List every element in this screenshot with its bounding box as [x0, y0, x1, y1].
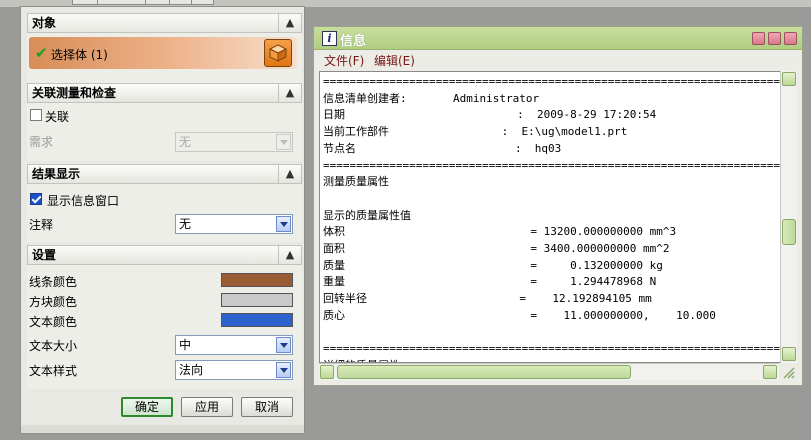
minimize-button[interactable]	[752, 32, 765, 45]
info-text-lines: ========================================…	[323, 74, 793, 362]
solid-body-icon[interactable]	[264, 39, 292, 67]
text-color-swatch[interactable]	[221, 313, 293, 327]
settings-title: 设置	[32, 248, 57, 262]
text-color-label: 文本颜色	[29, 315, 78, 329]
settings-header[interactable]: 设置 ▲	[27, 245, 302, 265]
info-line: ========================================…	[323, 342, 793, 356]
info-icon: i	[322, 31, 337, 46]
info-line	[323, 325, 792, 342]
horizontal-scrollbar[interactable]	[319, 363, 779, 380]
text-style-label: 文本样式	[29, 364, 78, 378]
line-color-swatch[interactable]	[221, 273, 293, 287]
checkmark-icon: ✔	[35, 44, 48, 62]
chevron-up-icon[interactable]: ▲	[278, 165, 301, 183]
info-line: ========================================…	[323, 75, 793, 88]
settings-section: 设置 ▲ 线条颜色 方块颜色 文本颜色 文本大小 中 文本样式 法向	[27, 245, 302, 389]
info-text-area[interactable]: ========================================…	[319, 71, 793, 363]
block-color-label: 方块颜色	[29, 295, 78, 309]
annotation-select[interactable]: 无	[175, 214, 293, 234]
text-size-value: 中	[179, 338, 192, 352]
info-menubar: 文件(F) 编辑(E)	[314, 50, 802, 68]
scroll-right-button[interactable]	[763, 365, 777, 379]
show-info-window-checkbox[interactable]	[30, 193, 42, 205]
cancel-button[interactable]: 取消	[241, 397, 293, 417]
info-line: 信息清单创建者: Administrator	[323, 91, 540, 105]
text-size-select[interactable]: 中	[175, 335, 293, 355]
annotation-label: 注释	[29, 218, 54, 232]
show-info-window-label: 显示信息窗口	[47, 194, 120, 208]
result-display-section: 结果显示 ▲ 显示信息窗口 注释 无	[27, 164, 302, 242]
menu-edit[interactable]: 编辑(E)	[374, 52, 415, 69]
info-line: 日期 : 2009-8-29 17:20:54	[323, 108, 657, 122]
close-button[interactable]	[784, 32, 797, 45]
object-section-header[interactable]: 对象 ▲	[27, 13, 302, 33]
info-line: 回转半径 = 12.192894105 mm	[323, 292, 652, 306]
text-style-select[interactable]: 法向	[175, 360, 293, 380]
info-line: 质心 = 11.000000000, 10.000	[323, 308, 716, 322]
requirement-select[interactable]: 无	[175, 132, 293, 152]
associate-measure-header[interactable]: 关联测量和检查 ▲	[27, 83, 302, 103]
text-size-label: 文本大小	[29, 339, 78, 353]
info-line: 体积 = 13200.000000000 mm^3	[323, 225, 677, 239]
chevron-up-icon[interactable]: ▲	[278, 246, 301, 264]
chevron-down-icon[interactable]	[276, 362, 291, 378]
line-color-label: 线条颜色	[29, 275, 78, 289]
vertical-scrollbar[interactable]	[780, 71, 797, 363]
info-line: 当前工作部件 : E:\ug\model1.prt	[323, 125, 628, 139]
object-section-title: 对象	[32, 16, 57, 30]
horizontal-scroll-thumb[interactable]	[337, 365, 631, 379]
chevron-up-icon[interactable]: ▲	[278, 84, 301, 102]
select-body-label: 选择体 (1)	[51, 48, 108, 62]
associate-measure-title: 关联测量和检查	[32, 86, 117, 100]
info-line: 节点名 : hq03	[323, 141, 562, 155]
result-display-header[interactable]: 结果显示 ▲	[27, 164, 302, 184]
text-style-value: 法向	[179, 363, 204, 377]
info-line: 质量 = 0.132000000 kg	[323, 258, 663, 272]
chevron-down-icon[interactable]	[276, 337, 291, 353]
ok-button[interactable]: 确定	[121, 397, 173, 417]
dialog-footer	[21, 425, 304, 433]
annotation-value: 无	[179, 217, 192, 231]
associate-checkbox[interactable]	[30, 109, 42, 121]
menu-file[interactable]: 文件(F)	[324, 52, 364, 69]
requirement-value: 无	[179, 135, 192, 149]
object-section: 对象 ▲ ✔ 选择体 (1)	[27, 13, 302, 83]
info-line: ========================================…	[323, 158, 793, 172]
associate-label: 关联	[45, 110, 70, 124]
scroll-down-button[interactable]	[782, 347, 796, 361]
maximize-button[interactable]	[768, 32, 781, 45]
resize-grip-icon[interactable]	[780, 364, 796, 380]
chevron-down-icon[interactable]	[276, 134, 291, 150]
apply-button[interactable]: 应用	[181, 397, 233, 417]
select-body-row[interactable]: ✔ 选择体 (1)	[29, 37, 297, 69]
info-line: 测量质量属性	[323, 175, 389, 189]
toolbar-tabs	[72, 0, 214, 5]
scroll-left-button[interactable]	[320, 365, 334, 379]
requirement-label: 需求	[29, 135, 54, 149]
info-line: 重量 = 1.294478968 N	[323, 275, 657, 289]
result-display-title: 结果显示	[32, 167, 81, 181]
block-color-swatch[interactable]	[221, 293, 293, 307]
chevron-up-icon[interactable]: ▲	[278, 14, 301, 32]
info-window: i 信息 文件(F) 编辑(E) =======================…	[313, 26, 803, 386]
info-line: 面积 = 3400.000000000 mm^2	[323, 242, 670, 256]
scroll-up-button[interactable]	[782, 72, 796, 86]
info-line: 显示的质量属性值	[323, 208, 411, 222]
info-line	[323, 191, 792, 208]
measure-bodies-dialog: 对象 ▲ ✔ 选择体 (1) 关联测量和检查 ▲ 关联 需求 无 结果显示 ▲ …	[20, 6, 305, 434]
info-window-titlebar[interactable]: i 信息	[314, 27, 802, 50]
chevron-down-icon[interactable]	[276, 216, 291, 232]
vertical-scroll-thumb[interactable]	[782, 219, 796, 245]
associate-measure-section: 关联测量和检查 ▲ 关联 需求 无	[27, 83, 302, 161]
info-window-title: 信息	[340, 34, 367, 49]
